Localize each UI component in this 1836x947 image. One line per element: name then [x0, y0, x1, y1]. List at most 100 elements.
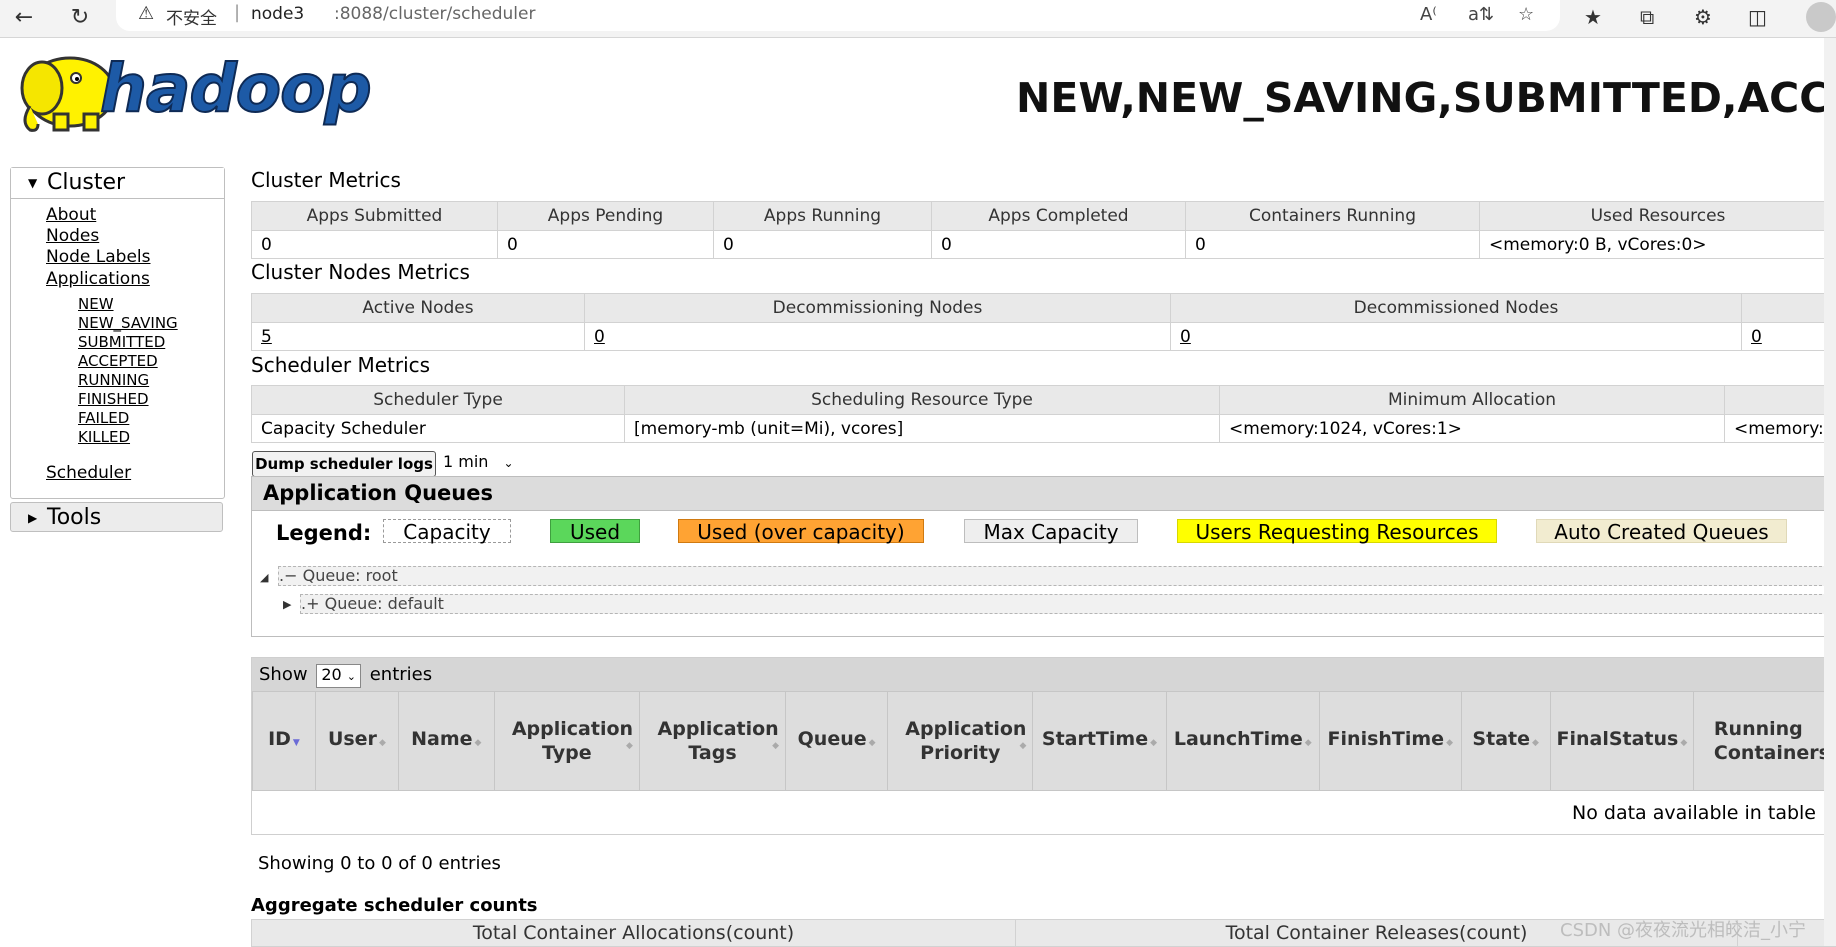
val-maximum-allocation: <memory: — [1725, 415, 1836, 443]
expand-triangle-icon: ▶ — [28, 503, 37, 533]
col-scheduler-type: Scheduler Type — [252, 386, 625, 415]
col-apps-pending: Apps Pending — [498, 202, 714, 231]
col-user[interactable]: User◆ — [315, 692, 398, 791]
val-active-nodes-link[interactable]: 5 — [252, 323, 585, 351]
sort-desc-icon: ▼ — [293, 738, 300, 748]
col-launch-time-label: LaunchTime — [1174, 728, 1303, 750]
queue-root[interactable]: .− Queue: root — [278, 566, 1836, 586]
address-bar[interactable]: ⚠ 不安全 | node3 :8088/cluster/scheduler A⁽… — [116, 0, 1560, 31]
nav-state-accepted[interactable]: ACCEPTED — [78, 352, 158, 370]
cluster-metrics-title: Cluster Metrics — [251, 168, 401, 192]
col-containers-running: Containers Running — [1186, 202, 1480, 231]
col-apps-completed: Apps Completed — [932, 202, 1186, 231]
no-data-message: No data available in table — [1572, 802, 1816, 824]
val-decommissioned-nodes-link[interactable]: 0 — [1171, 323, 1742, 351]
application-queues-title: Application Queues — [252, 477, 1835, 511]
hadoop-logo-text: hadoop — [100, 50, 371, 127]
nav-state-running[interactable]: RUNNING — [78, 371, 149, 389]
table-bottom-divider — [252, 834, 1836, 835]
cluster-nodes-metrics-title: Cluster Nodes Metrics — [251, 260, 470, 284]
entries-select[interactable]: 20 ⌄ — [316, 664, 361, 688]
nav-link-nodes[interactable]: Nodes — [46, 226, 99, 246]
nav-state-submitted[interactable]: SUBMITTED — [78, 333, 165, 351]
url-divider: | — [234, 2, 240, 23]
sidebar-toggle-icon[interactable]: ◫ — [1748, 5, 1767, 29]
col-application-priority[interactable]: Application Priority◆ — [888, 692, 1033, 791]
browser-toolbar: ← ↻ ⚠ 不安全 | node3 :8088/cluster/schedule… — [0, 0, 1836, 38]
favorites-icon[interactable]: ★ — [1584, 5, 1602, 29]
val-used-resources: <memory:0 B, vCores:0> — [1480, 231, 1836, 259]
nav-link-applications[interactable]: Applications — [46, 269, 150, 289]
back-icon[interactable]: ← — [10, 4, 38, 32]
col-apps-running: Apps Running — [714, 202, 932, 231]
col-launch-time[interactable]: LaunchTime◆ — [1166, 692, 1320, 791]
val-scheduler-type: Capacity Scheduler — [252, 415, 625, 443]
sort-icon: ◆ — [869, 738, 876, 748]
val-apps-submitted: 0 — [252, 231, 498, 259]
profile-avatar[interactable] — [1806, 2, 1836, 32]
nav-state-failed[interactable]: FAILED — [78, 409, 129, 427]
legend-label: Legend: — [276, 521, 371, 545]
col-name[interactable]: Name◆ — [398, 692, 494, 791]
col-id[interactable]: ID▼ — [253, 692, 316, 791]
col-finish-time[interactable]: FinishTime◆ — [1320, 692, 1461, 791]
watermark-text: CSDN @夜夜流光相皎洁_小宁 — [1560, 916, 1806, 942]
page-scrollbar[interactable] — [1824, 38, 1836, 946]
collections-icon[interactable]: ⧉ — [1640, 5, 1654, 29]
col-nodes-cut-off — [1742, 294, 1836, 323]
nav-state-killed[interactable]: KILLED — [78, 428, 130, 446]
chevron-down-icon: ⌄ — [347, 670, 356, 683]
val-containers-running: 0 — [1186, 231, 1480, 259]
showing-entries-info: Showing 0 to 0 of 0 entries — [258, 853, 501, 874]
nav-state-finished[interactable]: FINISHED — [78, 390, 149, 408]
col-state[interactable]: State◆ — [1461, 692, 1550, 791]
cluster-metrics-table: Apps Submitted Apps Pending Apps Running… — [251, 201, 1836, 259]
legend-auto-created-queues: Auto Created Queues — [1536, 519, 1787, 543]
col-start-time-label: StartTime — [1042, 728, 1148, 750]
val-minimum-allocation: <memory:1024, vCores:1> — [1220, 415, 1725, 443]
nav-link-scheduler[interactable]: Scheduler — [46, 463, 131, 483]
val-scheduling-resource-type: [memory-mb (unit=Mi), vcores] — [625, 415, 1220, 443]
cluster-nav-label: Cluster — [47, 170, 125, 195]
legend-used: Used — [550, 519, 640, 543]
queue-root-collapse-icon[interactable]: ◢ — [260, 571, 268, 584]
entries-select-value: 20 — [321, 665, 341, 684]
col-final-status-label: FinalStatus — [1556, 728, 1678, 750]
nav-state-new[interactable]: NEW — [78, 295, 114, 313]
col-final-status[interactable]: FinalStatus◆ — [1550, 692, 1693, 791]
col-queue[interactable]: Queue◆ — [786, 692, 888, 791]
queue-default-prefix: .+ — [301, 594, 320, 613]
cluster-nodes-metrics-table: Active Nodes Decommissioning Nodes Decom… — [251, 293, 1836, 351]
application-queues-panel: Application Queues Legend: Capacity Used… — [251, 476, 1836, 637]
col-apps-submitted: Apps Submitted — [252, 202, 498, 231]
col-application-type[interactable]: Application Type◆ — [494, 692, 639, 791]
extension-icon[interactable]: ⚙ — [1694, 5, 1712, 29]
legend-users-requesting: Users Requesting Resources — [1177, 519, 1497, 543]
cluster-nav-header[interactable]: ▼ Cluster — [11, 168, 224, 199]
refresh-icon[interactable]: ↻ — [66, 4, 94, 32]
sort-icon: ◆ — [1019, 734, 1026, 758]
url-path: :8088/cluster/scheduler — [334, 4, 535, 24]
nav-link-about[interactable]: About — [46, 205, 96, 225]
dump-scheduler-logs-button[interactable]: Dump scheduler logs — [252, 451, 436, 477]
sort-icon: ◆ — [626, 734, 633, 758]
col-running-containers[interactable]: Running Containers — [1693, 692, 1834, 791]
val-nodes-cut-off-link[interactable]: 0 — [1742, 323, 1836, 351]
queue-default-expand-icon[interactable]: ▶ — [283, 598, 291, 611]
queue-default[interactable]: .+ Queue: default — [300, 594, 1836, 614]
nav-state-new-saving[interactable]: NEW_SAVING — [78, 314, 178, 332]
col-queue-label: Queue — [798, 728, 867, 750]
favorite-star-icon[interactable]: ☆ — [1518, 4, 1534, 25]
tools-nav-header[interactable]: ▶ Tools — [10, 502, 223, 532]
translate-icon[interactable]: a⇅ — [1468, 4, 1494, 25]
col-application-tags[interactable]: Application Tags◆ — [639, 692, 785, 791]
read-aloud-icon[interactable]: A⁽ — [1420, 4, 1437, 25]
col-start-time[interactable]: StartTime◆ — [1033, 692, 1166, 791]
dump-interval-select[interactable]: 1 min ⌄ — [443, 452, 514, 471]
col-finish-time-label: FinishTime — [1328, 728, 1445, 750]
legend-used-over-capacity: Used (over capacity) — [678, 519, 924, 543]
nav-link-node-labels[interactable]: Node Labels — [46, 247, 151, 267]
val-decommissioning-nodes-link[interactable]: 0 — [585, 323, 1171, 351]
sort-icon: ◆ — [1446, 738, 1453, 748]
col-state-label: State — [1472, 728, 1530, 750]
